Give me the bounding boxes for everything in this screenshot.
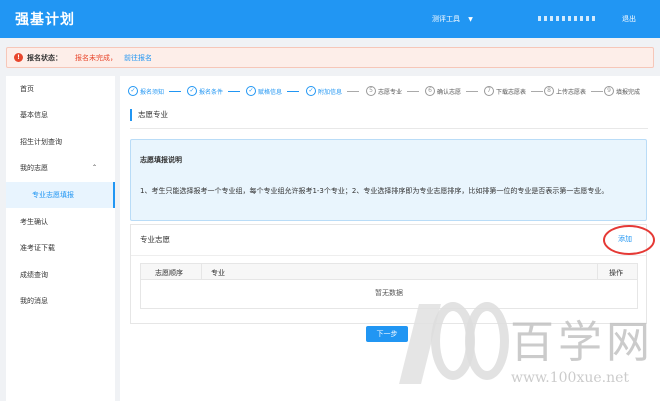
step-item: ✓ 附加信息	[306, 85, 360, 97]
check-icon: ✓	[306, 86, 316, 96]
user-name-redacted[interactable]	[538, 16, 596, 21]
step-label: 赋格信息	[258, 88, 283, 96]
step-item: 6 确认志愿	[425, 85, 479, 97]
registration-status-notice: ! 报名状态： 报名未完成， 前往报名	[6, 47, 654, 68]
step-connector	[347, 90, 360, 92]
watermark-digit-zero	[465, 302, 509, 380]
sidebar-item-score-query[interactable]: 成绩查询	[6, 262, 115, 288]
column-separator	[597, 264, 598, 280]
status-value: 报名未完成，	[75, 54, 117, 62]
step-number: 7	[484, 86, 494, 96]
app-title: 强基计划	[15, 12, 75, 28]
watermark-url: www.100xue.net	[511, 370, 630, 386]
step-label: 报名条件	[199, 88, 224, 96]
step-label: 志愿专业	[378, 88, 403, 96]
sidebar-item-label: 基本信息	[20, 111, 48, 119]
divider	[131, 255, 646, 256]
panel-title: 专业志愿	[140, 235, 170, 244]
step-connector	[228, 90, 241, 92]
column-header-major: 专业	[211, 269, 225, 277]
sidebar-item-my-choices[interactable]: 我的志愿 ⌃	[6, 155, 115, 181]
sidebar-item-admission-ticket[interactable]: 准考证下载	[6, 235, 115, 261]
instructions-text: 1、考生只能选择报考一个专业组，每个专业组允许报考1-3个专业；2、专业选择排序…	[140, 187, 609, 195]
step-connector	[407, 90, 420, 92]
top-navbar: 强基计划 测评工具 ▼ 退出	[0, 0, 660, 38]
step-item: 9 填报完成	[604, 85, 640, 97]
divider	[130, 128, 648, 129]
step-item: 8 上传志愿表	[544, 85, 604, 97]
sidebar-item-home[interactable]: 首页	[6, 76, 115, 102]
column-header-order: 志愿顺序	[155, 269, 183, 277]
step-item: 5 志愿专业	[366, 85, 420, 97]
step-label: 附加信息	[318, 88, 343, 96]
next-step-button[interactable]: 下一步	[366, 326, 408, 342]
step-label: 报名须知	[140, 88, 165, 96]
sidebar-item-label: 成绩查询	[20, 271, 48, 279]
step-connector	[466, 90, 479, 92]
sidebar-item-messages[interactable]: 我的消息	[6, 288, 115, 314]
check-icon: ✓	[187, 86, 197, 96]
watermark-brand-text: 百学网	[510, 317, 654, 368]
sidebar-item-label: 我的消息	[20, 297, 48, 305]
progress-steps: ✓ 报名须知 ✓ 报名条件 ✓ 赋格信息 ✓ 附加信息 5 志愿专业 6 确认志…	[128, 85, 658, 99]
step-connector	[169, 90, 182, 92]
step-item: 7 下载志愿表	[484, 85, 544, 97]
step-item: ✓ 报名须知	[128, 85, 182, 97]
table-header: 志愿顺序 专业 操作	[141, 264, 637, 280]
step-connector	[591, 90, 604, 92]
highlight-circle	[603, 225, 655, 255]
sidebar-item-label: 考生确认	[20, 218, 48, 226]
alert-icon: !	[14, 53, 23, 62]
sidebar-item-admission-plan[interactable]: 招生计划查询	[6, 129, 115, 155]
tools-menu-label: 测评工具	[432, 15, 460, 23]
chevron-up-icon: ⌃	[91, 164, 97, 171]
step-label: 上传志愿表	[556, 88, 587, 96]
check-icon: ✓	[246, 86, 256, 96]
tools-menu[interactable]: 测评工具 ▼	[432, 14, 473, 24]
sidebar-item-basic-info[interactable]: 基本信息	[6, 102, 115, 128]
column-separator	[201, 264, 202, 280]
sidebar-item-label: 准考证下载	[20, 244, 55, 252]
step-number: 8	[544, 86, 554, 96]
sidebar-item-label: 首页	[20, 85, 34, 93]
instructions-title: 志愿填报说明	[140, 156, 182, 164]
step-connector	[287, 90, 300, 92]
step-item: ✓ 报名条件	[187, 85, 241, 97]
empty-state-text: 暂无数据	[375, 289, 403, 297]
check-icon: ✓	[128, 86, 138, 96]
step-item: ✓ 赋格信息	[246, 85, 300, 97]
sidebar-item-label: 招生计划查询	[20, 138, 62, 146]
go-register-link[interactable]: 前往报名	[124, 53, 152, 63]
step-connector	[531, 90, 544, 92]
sidebar-item-label: 我的志愿	[20, 164, 48, 172]
instructions-box: 志愿填报说明 1、考生只能选择报考一个专业组，每个专业组允许报考1-3个专业；2…	[130, 139, 647, 221]
sidebar-item-candidate-confirm[interactable]: 考生确认	[6, 209, 115, 235]
column-header-action: 操作	[609, 269, 623, 277]
sidebar-item-label: 专业志愿填报	[32, 191, 74, 199]
step-label: 下载志愿表	[496, 88, 527, 96]
step-number: 6	[425, 86, 435, 96]
step-label: 填报完成	[616, 88, 641, 96]
page-title: 志愿专业	[130, 109, 168, 121]
sidebar-item-major-choice-fill[interactable]: 专业志愿填报	[6, 182, 115, 208]
watermark-logo: 百学网 www.100xue.net	[399, 298, 660, 401]
sidebar: 首页 基本信息 招生计划查询 我的志愿 ⌃ 专业志愿填报 考生确认 准考证下载 成…	[6, 76, 115, 401]
status-label: 报名状态：	[27, 54, 62, 62]
step-label: 确认志愿	[437, 88, 462, 96]
step-number: 5	[366, 86, 376, 96]
step-number: 9	[604, 86, 614, 96]
chevron-down-icon: ▼	[468, 16, 473, 23]
logout-link[interactable]: 退出	[622, 14, 636, 24]
